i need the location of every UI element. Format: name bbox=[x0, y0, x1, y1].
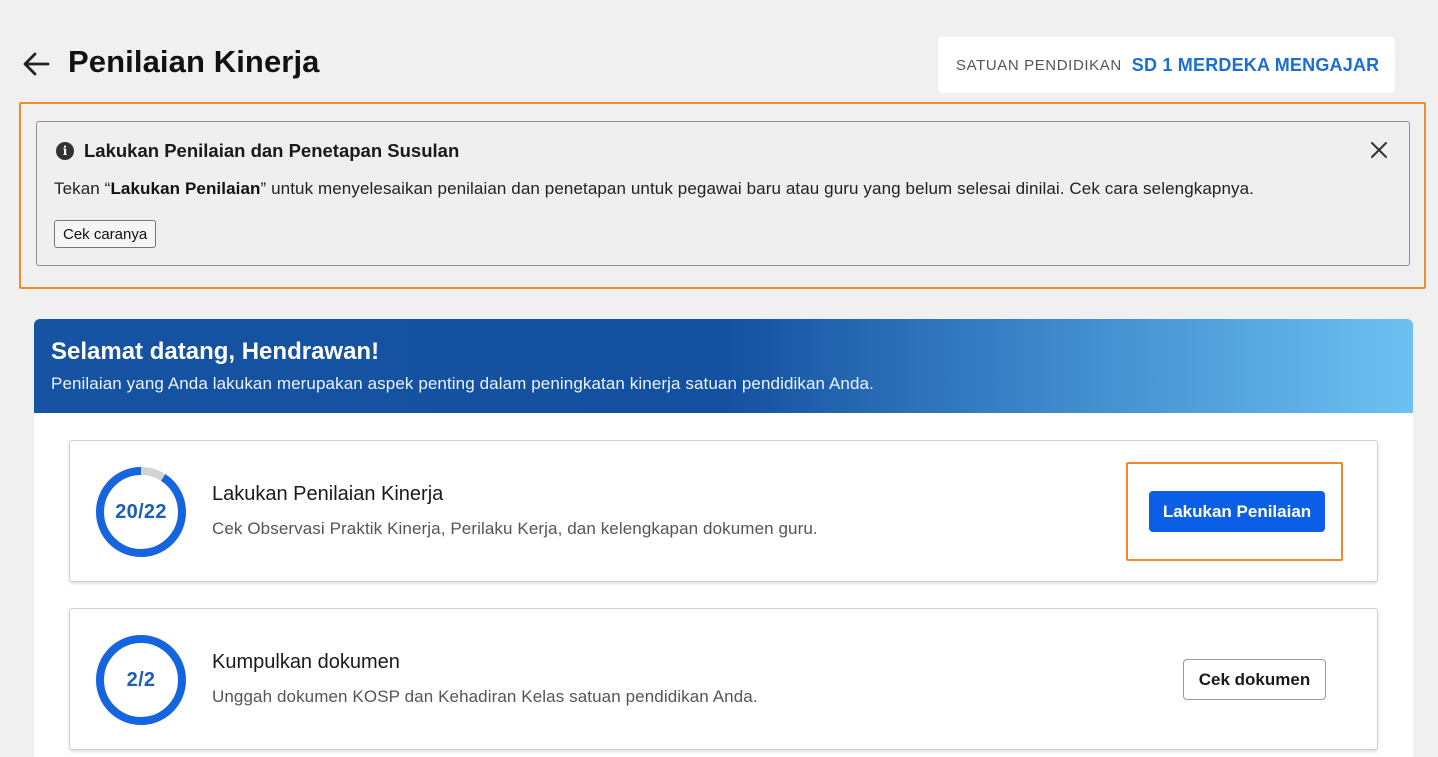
cek-caranya-button[interactable]: Cek caranya bbox=[54, 220, 157, 248]
task-card-dokumen: 2/2 Kumpulkan dokumen Unggah dokumen KOS… bbox=[69, 608, 1378, 750]
task-title: Kumpulkan dokumen bbox=[212, 651, 400, 673]
welcome-header: Selamat datang, Hendrawan! Penilaian yan… bbox=[34, 319, 1413, 413]
arrow-left-icon bbox=[23, 52, 50, 76]
button-highlight bbox=[1126, 462, 1343, 561]
progress-label: 2/2 bbox=[126, 668, 156, 691]
close-button[interactable] bbox=[1367, 138, 1391, 162]
info-text-before: Tekan “ bbox=[54, 179, 111, 198]
info-text-bold: Lakukan Penilaian bbox=[110, 179, 261, 198]
task-description: Unggah dokumen KOSP dan Kehadiran Kelas … bbox=[212, 687, 758, 706]
school-label: SATUAN PENDIDIKAN bbox=[956, 56, 1122, 74]
info-banner: i Lakukan Penilaian dan Penetapan Susula… bbox=[36, 121, 1410, 266]
info-banner-title: Lakukan Penilaian dan Penetapan Susulan bbox=[84, 140, 460, 161]
task-description: Cek Observasi Praktik Kinerja, Perilaku … bbox=[212, 519, 818, 538]
welcome-subtitle: Penilaian yang Anda lakukan merupakan as… bbox=[51, 374, 874, 393]
info-icon: i bbox=[56, 142, 74, 160]
back-button[interactable] bbox=[18, 46, 54, 82]
task-title: Lakukan Penilaian Kinerja bbox=[212, 483, 444, 505]
info-banner-text: Tekan “Lakukan Penilaian” untuk menyeles… bbox=[54, 179, 1254, 199]
info-text-after: ” untuk menyelesaikan penilaian dan pene… bbox=[260, 179, 1254, 198]
info-banner-header: i Lakukan Penilaian dan Penetapan Susula… bbox=[56, 140, 459, 162]
school-name: SD 1 MERDEKA MENGAJAR bbox=[1131, 54, 1380, 75]
progress-label: 20/22 bbox=[115, 500, 167, 523]
school-info: SATUAN PENDIDIKAN SD 1 MERDEKA MENGAJAR bbox=[938, 37, 1395, 93]
cek-dokumen-button[interactable]: Cek dokumen bbox=[1183, 659, 1326, 700]
close-icon bbox=[1371, 142, 1387, 158]
welcome-title: Selamat datang, Hendrawan! bbox=[51, 338, 380, 365]
page-title: Penilaian Kinerja bbox=[68, 44, 320, 79]
